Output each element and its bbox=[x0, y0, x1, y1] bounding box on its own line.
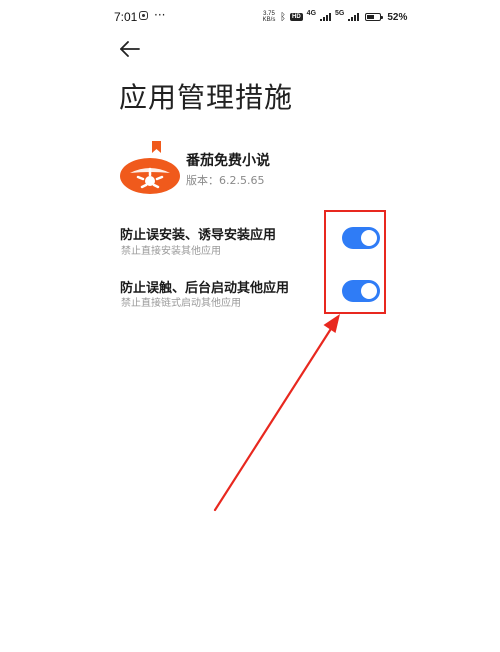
back-button[interactable] bbox=[118, 38, 144, 60]
battery-fill bbox=[367, 15, 374, 19]
battery-icon bbox=[365, 13, 384, 21]
more-notifications-icon: ··· bbox=[154, 8, 166, 22]
status-time: 7:01 bbox=[114, 10, 138, 24]
network-type-1: 4G bbox=[306, 9, 317, 17]
setting-subtitle-prevent-launch: 禁止直接链式启动其他应用 bbox=[121, 298, 241, 309]
notification-app-icon bbox=[139, 11, 148, 20]
setting-subtitle-prevent-install: 禁止直接安装其他应用 bbox=[121, 246, 221, 257]
setting-title-prevent-install: 防止误安装、诱导安装应用 bbox=[120, 228, 277, 243]
network-speed: 3.75 KB/s bbox=[262, 11, 276, 23]
status-indicators: 3.75 KB/s ᛒ HD 4G 5G 52% bbox=[262, 8, 408, 26]
bluetooth-icon: ᛒ bbox=[280, 11, 286, 23]
page-title: 应用管理措施 bbox=[119, 81, 294, 114]
network-type-2: 5G bbox=[335, 9, 345, 17]
app-name: 番茄免费小说 bbox=[186, 153, 270, 169]
battery-percent: 52% bbox=[387, 11, 408, 23]
hd-badge: HD bbox=[290, 13, 303, 21]
back-arrow-icon bbox=[120, 41, 140, 57]
tomato-novel-icon bbox=[120, 141, 180, 195]
signal-icon-2 bbox=[348, 13, 360, 21]
signal-icon bbox=[320, 13, 332, 21]
annotation-highlight-box bbox=[324, 210, 386, 314]
network-speed-unit: KB/s bbox=[262, 17, 276, 23]
app-version: 版本：6.2.5.65 bbox=[186, 174, 265, 187]
